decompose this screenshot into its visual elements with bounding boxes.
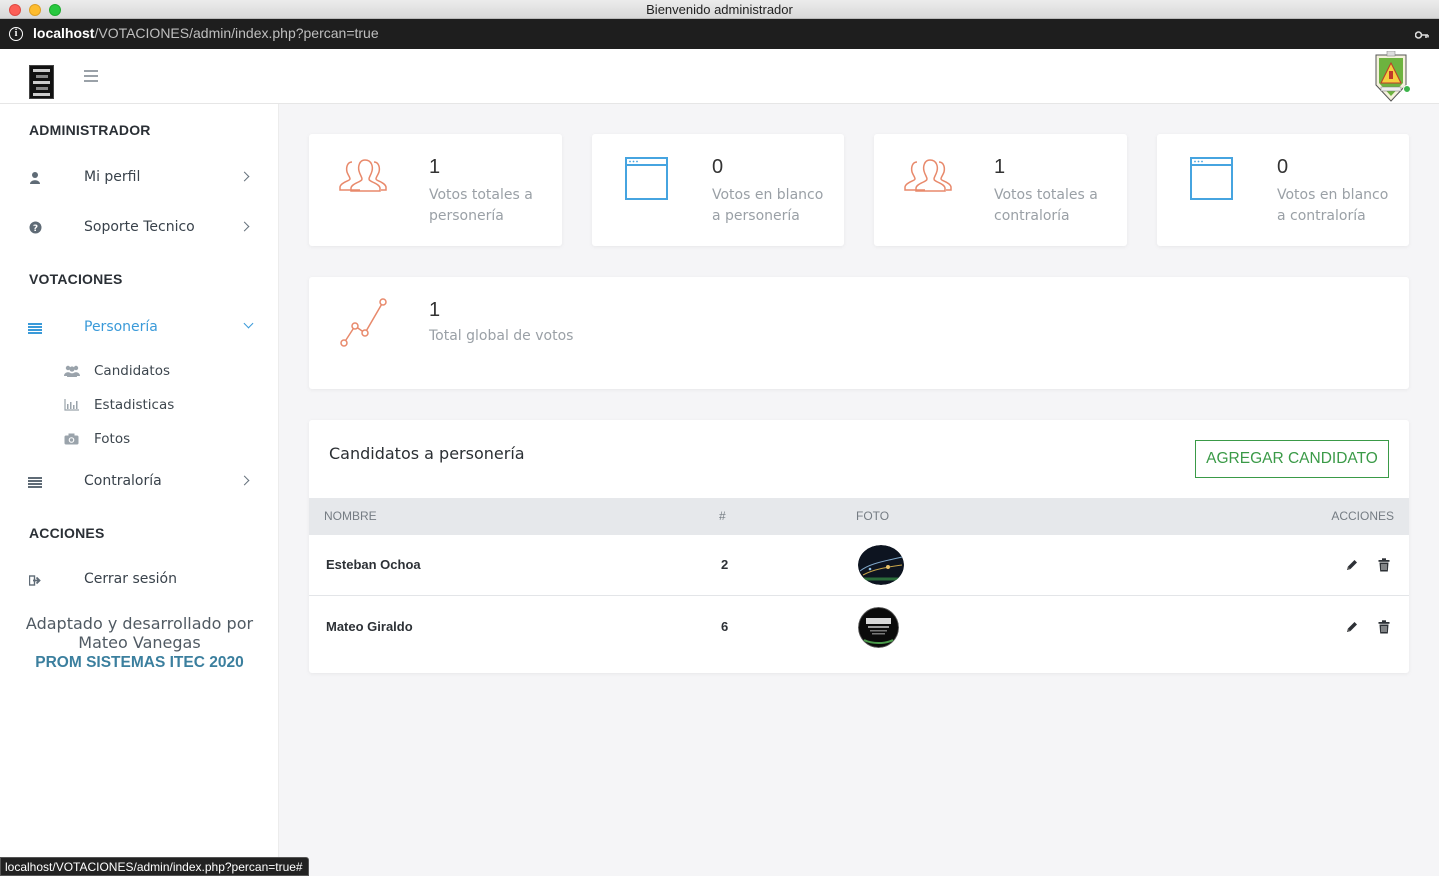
sign-out-icon (28, 575, 42, 589)
edit-icon[interactable] (1345, 557, 1359, 571)
app-logo[interactable] (29, 65, 54, 99)
candidate-number: 2 (721, 557, 729, 572)
sidebar-item-label: Mi perfil (84, 169, 141, 185)
candidates-panel: Candidatos a personería AGREGAR CANDIDAT… (309, 420, 1409, 673)
bar-chart-icon (64, 399, 79, 413)
users-icon (338, 156, 388, 200)
candidate-name: Mateo Giraldo (326, 619, 413, 634)
candidate-name: Esteban Ochoa (326, 557, 421, 572)
url-text[interactable]: localhost/VOTACIONES/admin/index.php?per… (33, 25, 379, 41)
chevron-right-icon (239, 221, 250, 232)
stat-card-blanco-personeria: 0 Votos en blanco a personería (592, 134, 844, 246)
sidebar-subitem-fotos[interactable]: Fotos (0, 428, 279, 454)
candidate-photo (858, 545, 904, 585)
list-icon (28, 323, 42, 337)
credits-org: PROM SISTEMAS ITEC 2020 (35, 654, 244, 671)
stat-card-total-global: 1 Total global de votos (309, 277, 1409, 389)
sidebar-item-cerrar-sesion[interactable]: Cerrar sesión (0, 566, 279, 596)
sidebar-item-label: Contraloría (84, 473, 162, 489)
key-icon[interactable] (1414, 28, 1429, 42)
sidebar-subitem-label: Estadisticas (94, 397, 175, 413)
user-icon (28, 171, 42, 185)
users-icon (903, 156, 953, 200)
chevron-right-icon (239, 475, 250, 486)
user-avatar[interactable] (1373, 50, 1411, 103)
column-header-nombre[interactable]: NOMBRE (324, 509, 377, 523)
credits: Adaptado y desarrollado por Mateo Vanega… (0, 614, 279, 673)
svg-text:?: ? (32, 224, 37, 234)
stat-label: Votos totales a contraloría (994, 187, 1098, 224)
line-chart-icon (339, 297, 389, 347)
column-header-foto[interactable]: FOTO (856, 509, 889, 523)
sidebar-item-contraloria[interactable]: Contraloría (0, 468, 279, 498)
table-header: NOMBRE # FOTO ACCIONES (309, 498, 1409, 535)
sidebar-subitem-estadisticas[interactable]: Estadisticas (0, 394, 279, 420)
browser-status-url: localhost/VOTACIONES/admin/index.php?per… (0, 857, 309, 876)
stat-label: Votos en blanco a contraloría (1277, 187, 1389, 224)
sidebar-subitem-candidatos[interactable]: Candidatos (0, 360, 279, 386)
sidebar-heading-acciones: ACCIONES (29, 525, 105, 541)
question-circle-icon: ? (28, 221, 42, 235)
camera-icon (64, 433, 79, 447)
sidebar-item-label: Cerrar sesión (84, 571, 177, 587)
table-row: Mateo Giraldo 6 (309, 597, 1409, 658)
edit-icon[interactable] (1345, 619, 1359, 633)
sidebar-heading-votaciones: VOTACIONES (29, 271, 123, 287)
candidate-number: 6 (721, 619, 729, 634)
chevron-right-icon (239, 171, 250, 182)
panel-title: Candidatos a personería (329, 444, 525, 463)
stat-card-votos-personeria: 1 Votos totales a personería (309, 134, 562, 246)
sidebar-subitem-label: Candidatos (94, 363, 171, 379)
delete-icon[interactable] (1378, 619, 1392, 634)
users-icon (64, 365, 80, 379)
stat-label: Votos totales a personería (429, 187, 533, 224)
address-bar[interactable]: i localhost/VOTACIONES/admin/index.php?p… (0, 19, 1439, 49)
table-row: Esteban Ochoa 2 (309, 535, 1409, 596)
info-icon[interactable]: i (9, 27, 23, 41)
sidebar-item-label: Personería (84, 319, 158, 335)
url-host: localhost (33, 25, 95, 41)
window-icon (625, 157, 675, 201)
sidebar: ADMINISTRADOR Mi perfil ? Soporte Tecnic… (0, 104, 279, 876)
add-candidate-button[interactable]: AGREGAR CANDIDATO (1195, 440, 1389, 478)
sidebar-item-soporte[interactable]: ? Soporte Tecnico (0, 214, 279, 244)
delete-icon[interactable] (1378, 557, 1392, 572)
app-header (0, 49, 1439, 104)
sidebar-item-mi-perfil[interactable]: Mi perfil (0, 164, 279, 194)
stat-card-votos-contraloria: 1 Votos totales a contraloría (874, 134, 1127, 246)
sidebar-subitem-label: Fotos (94, 431, 131, 447)
candidate-photo (858, 607, 899, 648)
menu-toggle-icon[interactable] (84, 70, 98, 82)
stat-value: 0 (712, 156, 724, 178)
credits-author: Mateo Vanegas (78, 633, 201, 652)
column-header-acciones[interactable]: ACCIONES (1331, 509, 1394, 523)
stat-value: 1 (429, 299, 441, 321)
window-title: Bienvenido administrador (646, 2, 793, 17)
stat-value: 0 (1277, 156, 1289, 178)
list-icon (28, 477, 42, 491)
sidebar-heading-admin: ADMINISTRADOR (29, 122, 151, 138)
sidebar-item-personeria[interactable]: Personería (0, 314, 279, 344)
stat-label: Total global de votos (429, 328, 574, 344)
online-status-dot (1403, 85, 1411, 93)
sidebar-item-label: Soporte Tecnico (84, 219, 195, 235)
url-path: /VOTACIONES/admin/index.php?percan=true (94, 25, 379, 41)
chevron-down-icon (243, 318, 254, 329)
stat-value: 1 (429, 156, 441, 178)
stat-label: Votos en blanco a personería (712, 187, 824, 224)
stat-value: 1 (994, 156, 1006, 178)
column-header-numero[interactable]: # (719, 509, 726, 523)
window-icon (1190, 157, 1240, 201)
credits-line: Adaptado y desarrollado por (25, 614, 254, 633)
window-titlebar: Bienvenido administrador (0, 0, 1439, 19)
stat-card-blanco-contraloria: 0 Votos en blanco a contraloría (1157, 134, 1409, 246)
